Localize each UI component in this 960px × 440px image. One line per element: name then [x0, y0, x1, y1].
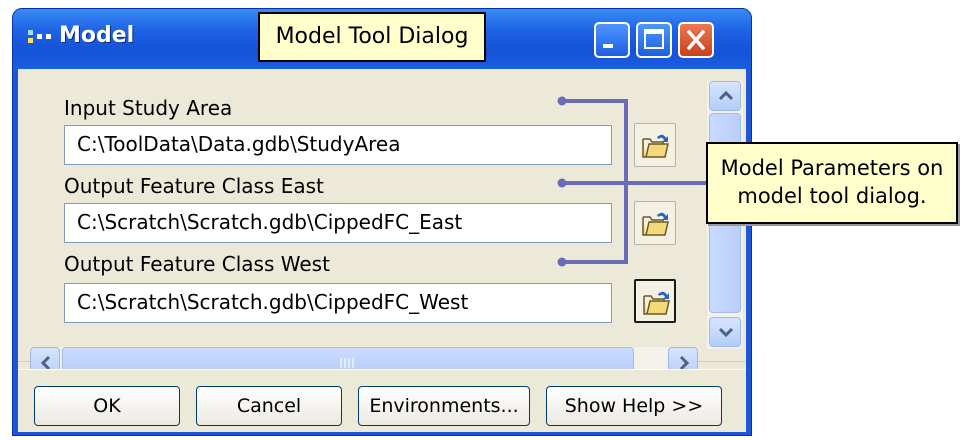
callout-line-2: model tool dialog. — [737, 184, 927, 208]
model-parameters-callout: Model Parameters on model tool dialog. — [706, 142, 958, 224]
model-tool-dialog-callout: Model Tool Dialog — [258, 12, 486, 62]
callout-line-1: Model Parameters on — [720, 156, 944, 180]
